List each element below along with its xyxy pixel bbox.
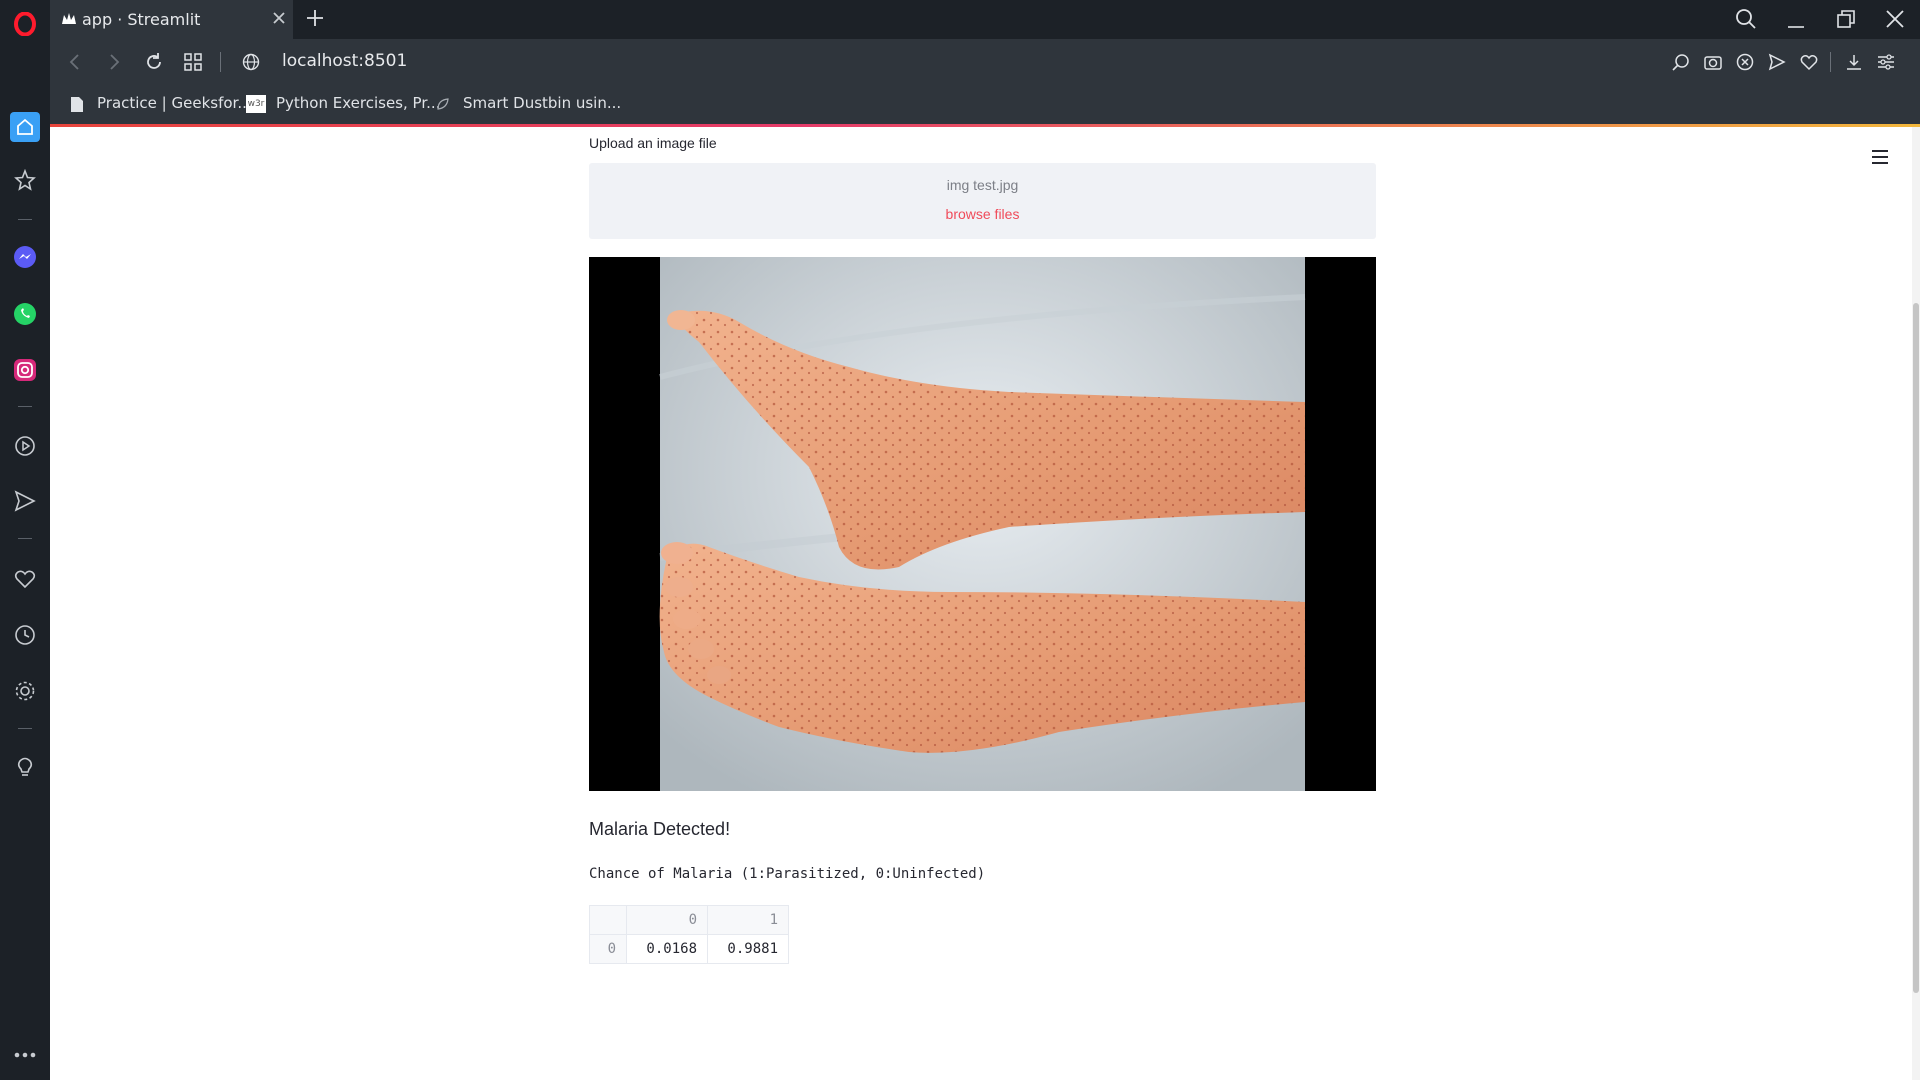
lightbulb-icon[interactable] [13,755,37,779]
address-toolbar: localhost:8501 [50,39,1920,85]
hamburger-menu-icon[interactable] [1870,148,1890,166]
home-icon[interactable] [10,112,40,142]
more-dots-icon[interactable] [13,1043,37,1067]
bookmark-smart-dustbin[interactable]: Smart Dustbin usin... [463,94,621,112]
close-tab-icon[interactable] [269,8,289,28]
opera-logo-icon[interactable] [13,12,37,36]
document-icon [71,97,83,112]
find-in-page-icon[interactable] [1672,53,1690,71]
result-caption: Chance of Malaria (1:Parasitized, 0:Unin… [589,866,986,882]
scrollbar-thumb[interactable] [1913,303,1919,993]
reload-icon[interactable] [144,52,164,72]
active-tab[interactable]: app · Streamlit [50,0,293,39]
uploaded-image [589,257,1376,791]
star-icon[interactable] [13,168,37,192]
easy-setup-sliders-icon[interactable] [1877,53,1895,71]
w3r-icon: w3r [246,95,266,113]
bookmark-python-exercises[interactable]: Python Exercises, Pr... [276,94,440,112]
instagram-icon[interactable] [13,358,37,382]
globe-icon [242,53,260,71]
uploaded-filename: img test.jpg [946,177,1019,193]
adblock-icon[interactable] [1736,53,1754,71]
camera-snapshot-icon[interactable] [1704,53,1722,71]
favorite-heart-icon[interactable] [1800,53,1818,71]
page-scrollbar[interactable] [1912,127,1920,1080]
table-header-cell: 1 [707,905,789,935]
tab-strip [50,0,1920,39]
toolbar-divider [220,52,221,72]
settings-gear-icon[interactable] [13,679,37,703]
send-to-flow-icon[interactable] [1768,53,1786,71]
back-arrow-icon[interactable] [66,53,84,71]
browser-sidebar [0,0,50,1080]
result-text: Malaria Detected! [589,819,731,839]
new-tab-plus-icon[interactable] [304,7,326,29]
leaf-icon [437,98,449,110]
forward-arrow-icon[interactable] [105,53,123,71]
whatsapp-icon[interactable] [13,302,37,326]
player-icon[interactable] [13,434,37,458]
sidebar-divider [18,728,32,729]
messenger-icon[interactable] [13,245,37,269]
table-row-index: 0 [589,934,627,964]
address-field[interactable]: localhost:8501 [282,51,407,71]
sidebar-divider [18,406,32,407]
history-clock-icon[interactable] [13,623,37,647]
file-dropzone[interactable]: img test.jpg browse files [589,163,1376,239]
streamlit-crown-icon [62,13,76,24]
sidebar-divider [18,219,32,220]
tab-title: app · Streamlit [82,10,201,29]
bookmark-geeksforgeeks[interactable]: Practice | Geeksfor... [97,94,252,112]
browse-files-button[interactable]: browse files [589,206,1376,222]
restore-window-icon[interactable] [1835,8,1857,30]
heart-icon[interactable] [13,567,37,591]
table-row: 0 0.0168 0.9881 [589,934,789,964]
table-cell: 0.9881 [707,934,789,964]
table-cell: 0.0168 [626,934,708,964]
search-icon[interactable] [1735,8,1757,30]
minimize-window-icon[interactable] [1785,10,1807,32]
table-header-cell [589,905,627,935]
close-window-icon[interactable] [1884,8,1906,30]
download-icon[interactable] [1845,53,1863,71]
sidebar-divider [18,538,32,539]
flow-send-icon[interactable] [13,489,37,513]
upload-label: Upload an image file [589,135,717,151]
table-header-row: 0 1 [589,905,789,935]
probability-table: 0 1 0 0.0168 0.9881 [589,905,789,964]
bookmarks-bar: Practice | Geeksfor... w3r Python Exerci… [50,85,1920,124]
table-header-cell: 0 [626,905,708,935]
toolbar-divider [1830,52,1831,72]
tabs-grid-icon[interactable] [184,53,202,71]
